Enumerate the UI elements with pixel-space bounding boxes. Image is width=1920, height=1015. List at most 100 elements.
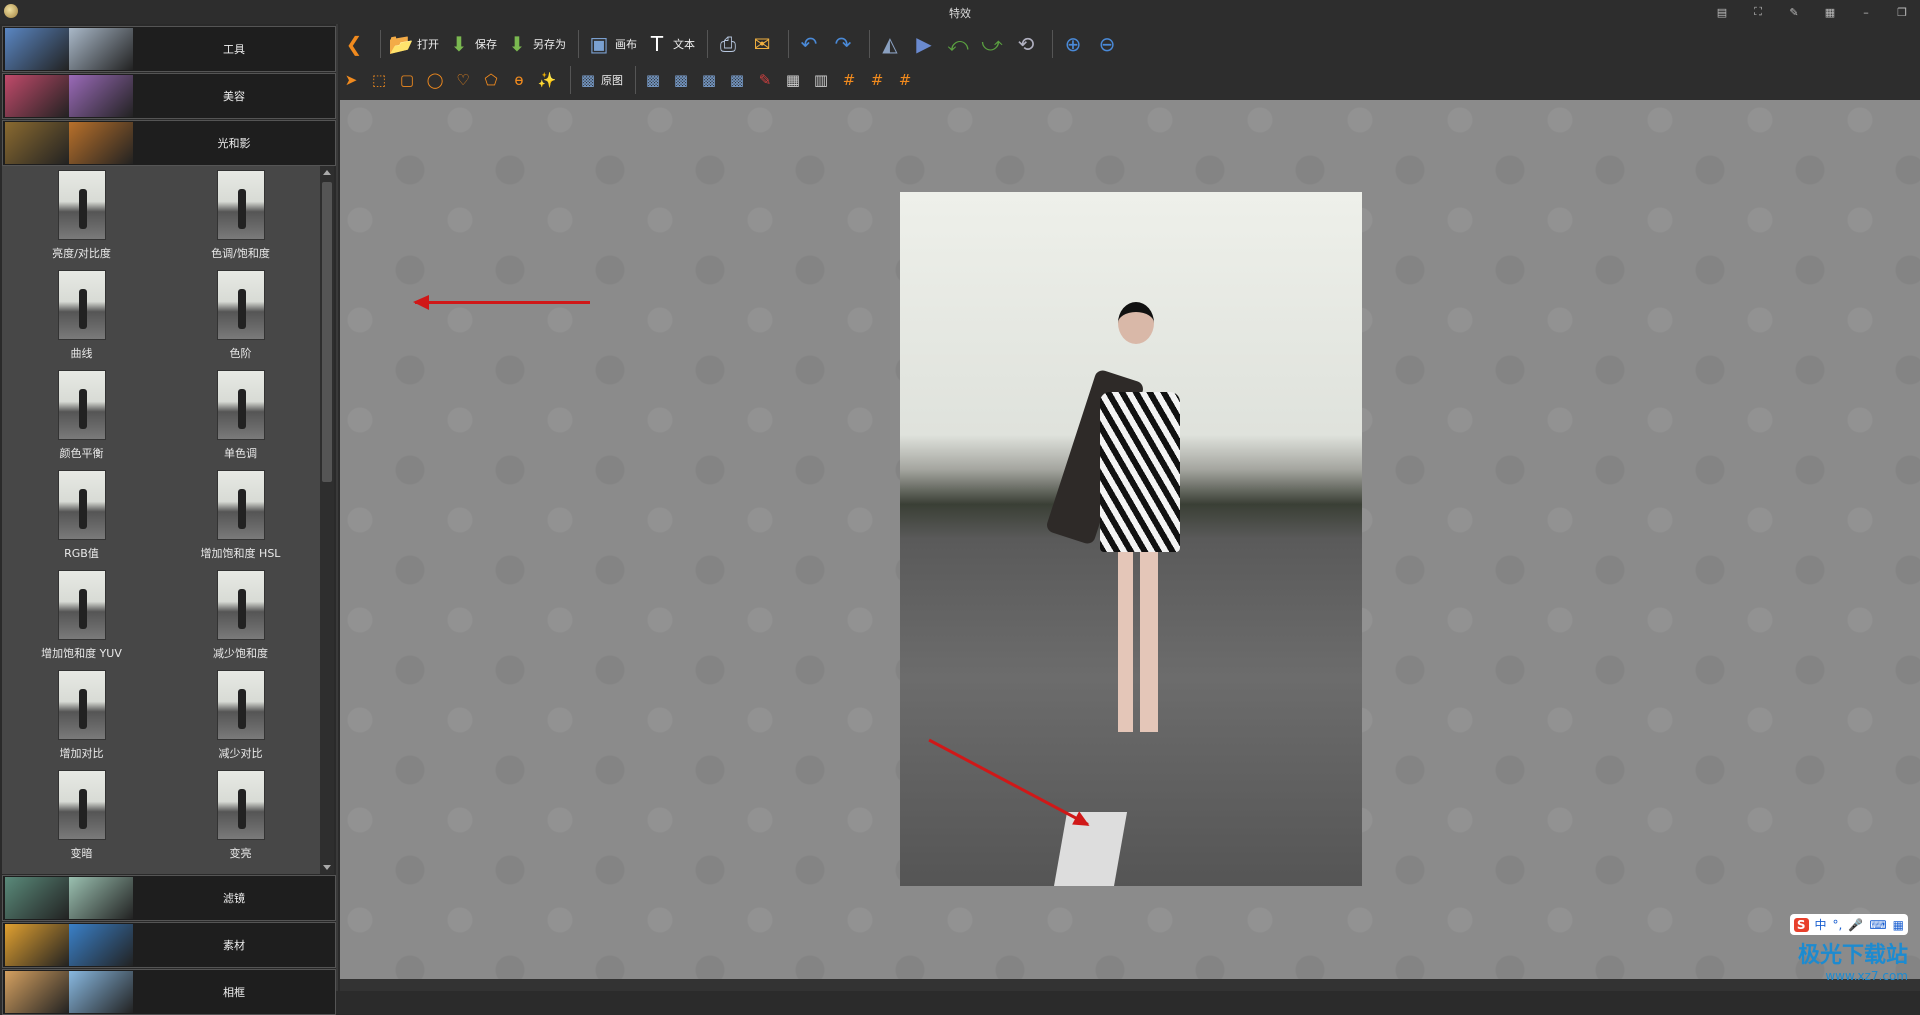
heart-select-button[interactable]: ♡ [452, 64, 474, 96]
redo-button[interactable]: ↷ [829, 28, 857, 60]
ellipse-select-button[interactable]: ◯ [424, 64, 446, 96]
effect-thumbnail [217, 670, 265, 740]
flip-horizontal-button[interactable]: ◭ [876, 28, 904, 60]
effect-thumbnail [217, 370, 265, 440]
grid-button[interactable]: ▥ [810, 64, 832, 96]
zoom-in-icon: ⊕ [1059, 30, 1087, 58]
effect-item[interactable]: 色调/饱和度 [161, 166, 320, 266]
zoom-in-button[interactable]: ⊕ [1059, 28, 1087, 60]
effect-item[interactable]: 色阶 [161, 266, 320, 366]
image-preview[interactable] [900, 192, 1362, 886]
view-icon[interactable]: ▤ [1704, 6, 1740, 19]
image-tool-4-icon: ▩ [726, 69, 748, 91]
flip-vertical-icon: ▶ [910, 30, 938, 58]
scroll-thumb[interactable] [322, 182, 332, 482]
effect-thumbnail [58, 670, 106, 740]
effect-label: 增加对比 [2, 745, 161, 761]
category-2-categories_bottom[interactable]: 相框 [2, 969, 336, 1015]
effect-label: 单色调 [161, 445, 320, 461]
rotate-free-button[interactable]: ⟲ [1012, 28, 1040, 60]
category-1-categories[interactable]: 美容 [2, 73, 336, 119]
effect-item[interactable]: 变亮 [161, 766, 320, 866]
category-0-categories[interactable]: 工具 [2, 26, 336, 72]
category-label: 相框 [133, 984, 335, 1000]
image-tool-2-button[interactable]: ▩ [670, 64, 692, 96]
canvas-icon: ▣ [585, 30, 613, 58]
effect-label: 颜色平衡 [2, 445, 161, 461]
rotate-left-button[interactable]: ⤺ [944, 28, 972, 60]
eyedropper-button[interactable]: ✎ [754, 64, 776, 96]
rect-select-button[interactable]: ⬚ [368, 64, 390, 96]
image-tool-3-button[interactable]: ▩ [698, 64, 720, 96]
transparency-button[interactable]: ▦ [782, 64, 804, 96]
print-button[interactable]: ⎙ [714, 28, 742, 60]
rotate-right-button[interactable]: ⤻ [978, 28, 1006, 60]
category-1-categories_bottom[interactable]: 素材 [2, 922, 336, 968]
flip-vertical-button[interactable]: ▶ [910, 28, 938, 60]
open-button[interactable]: 📂打开 [387, 28, 439, 60]
effect-item[interactable]: 颜色平衡 [2, 366, 161, 466]
image-tool-1-button[interactable]: ▩ [642, 64, 664, 96]
fullscreen-icon[interactable]: ⛶ [1740, 5, 1776, 19]
effect-item[interactable]: RGB值 [2, 466, 161, 566]
rounded-rect-select-button[interactable]: ▢ [396, 64, 418, 96]
minimize-button[interactable]: – [1848, 6, 1884, 19]
email-icon: ✉ [748, 30, 776, 58]
category-0-categories_bottom[interactable]: 滤镜 [2, 875, 336, 921]
effect-item[interactable]: 增加饱和度 HSL [161, 466, 320, 566]
effect-item[interactable]: 减少饱和度 [161, 566, 320, 666]
status-bar [340, 979, 1920, 991]
effects-scrollbar[interactable] [320, 166, 334, 874]
effect-item[interactable]: 曲线 [2, 266, 161, 366]
pointer-button[interactable]: ➤ [340, 64, 362, 96]
effect-label: 色阶 [161, 345, 320, 361]
print-icon: ⎙ [714, 30, 742, 58]
scroll-down-icon[interactable] [323, 865, 331, 870]
effect-label: 减少对比 [161, 745, 320, 761]
grid-hash-3-button[interactable]: # [894, 64, 916, 96]
effect-item[interactable]: 单色调 [161, 366, 320, 466]
ime-skin-icon[interactable]: ▦ [1893, 918, 1904, 932]
canvas-area[interactable] [340, 100, 1920, 979]
effect-item[interactable]: 增加饱和度 YUV [2, 566, 161, 666]
ime-lang[interactable]: 中 [1815, 916, 1827, 933]
ime-mic-icon[interactable]: 🎤 [1848, 918, 1863, 932]
back-button[interactable]: ❮ [340, 28, 368, 60]
toolbar-label: 保存 [475, 36, 497, 52]
grid-hash-1-button[interactable]: # [838, 64, 860, 96]
toolbar-separator [635, 66, 636, 94]
save-button[interactable]: ⬇保存 [445, 28, 497, 60]
edit-icon[interactable]: ✎ [1776, 6, 1812, 19]
email-button[interactable]: ✉ [748, 28, 776, 60]
effect-thumbnail [217, 170, 265, 240]
undo-icon: ↶ [795, 30, 823, 58]
save-as-button[interactable]: ⬇另存为 [503, 28, 566, 60]
category-2-categories[interactable]: 光和影 [2, 120, 336, 166]
image-tool-3-icon: ▩ [698, 69, 720, 91]
palette-icon[interactable]: ▦ [1812, 6, 1848, 19]
ellipse-select-icon: ◯ [424, 69, 446, 91]
undo-button[interactable]: ↶ [795, 28, 823, 60]
original-image-button[interactable]: ▩原图 [577, 64, 623, 96]
polygon-select-button[interactable]: ⬠ [480, 64, 502, 96]
eyedropper-icon: ✎ [754, 69, 776, 91]
canvas-button[interactable]: ▣画布 [585, 28, 637, 60]
restore-button[interactable]: ❐ [1884, 6, 1920, 19]
effect-thumbnail [217, 270, 265, 340]
magic-wand-button[interactable]: ✨ [536, 64, 558, 96]
effect-item[interactable]: 减少对比 [161, 666, 320, 766]
grid-hash-2-button[interactable]: # [866, 64, 888, 96]
ime-toolbar[interactable]: S 中 °, 🎤 ⌨ ▦ [1790, 914, 1908, 935]
image-tool-4-button[interactable]: ▩ [726, 64, 748, 96]
ime-punct-icon[interactable]: °, [1833, 918, 1843, 932]
lasso-select-button[interactable]: ɵ [508, 64, 530, 96]
effect-item[interactable]: 亮度/对比度 [2, 166, 161, 266]
text-icon: T [643, 30, 671, 58]
transparency-icon: ▦ [782, 69, 804, 91]
scroll-up-icon[interactable] [323, 170, 331, 175]
effect-item[interactable]: 变暗 [2, 766, 161, 866]
ime-keyboard-icon[interactable]: ⌨ [1869, 918, 1886, 932]
text-button[interactable]: T文本 [643, 28, 695, 60]
effect-item[interactable]: 增加对比 [2, 666, 161, 766]
zoom-out-button[interactable]: ⊖ [1093, 28, 1121, 60]
